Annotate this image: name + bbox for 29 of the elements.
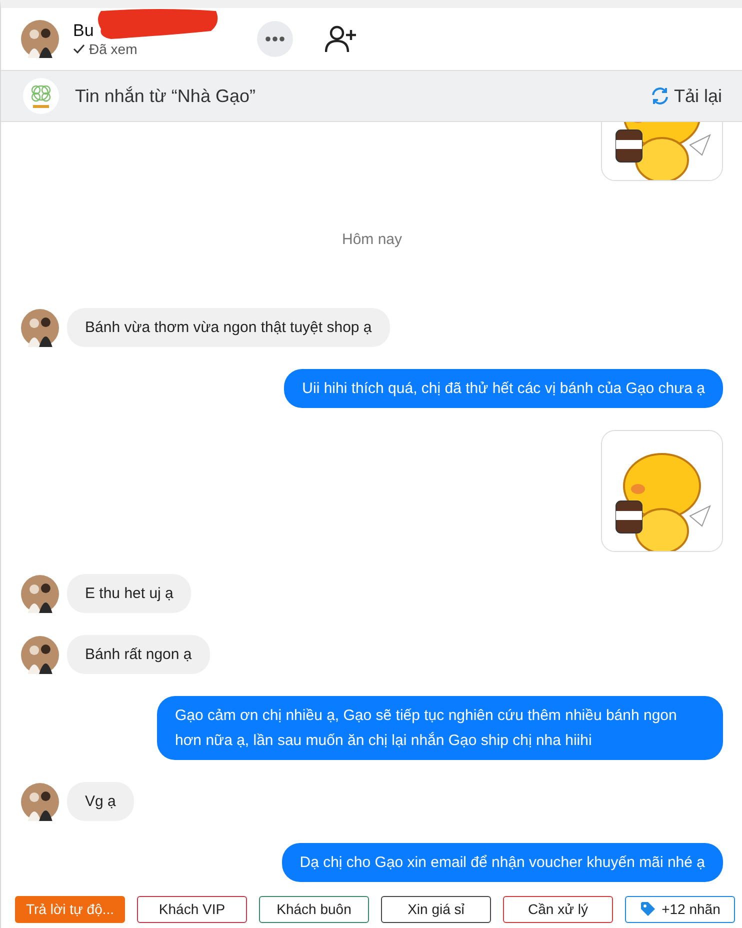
received-message: Bánh vừa thơm vừa ngon thật tuyệt shop ạ (67, 308, 390, 347)
more-button[interactable] (257, 21, 293, 57)
tag-chip[interactable]: Khách VIP (137, 896, 247, 922)
avatar (21, 782, 59, 820)
seen-status: Đã xem (73, 41, 223, 57)
reload-button[interactable]: Tải lại (650, 86, 722, 106)
contact-name: Bu (73, 21, 94, 41)
sent-message: Gạo cảm ơn chị nhiều ạ, Gạo sẽ tiếp tục nghiên cứu thêm nhiều bánh ngon hơn nữa ạ, lần sau muốn ăn chị lại nhắn Gạo ship chị nha hiihi (157, 696, 723, 760)
banner-text: Tin nhắn từ “Nhà Gạo” (75, 86, 256, 106)
tag-icon (640, 901, 656, 917)
add-friend-button[interactable] (325, 25, 357, 53)
date-divider: Hôm nay (342, 231, 402, 248)
received-message: Vg ạ (67, 782, 134, 821)
check-icon (73, 44, 85, 54)
avatar (21, 636, 59, 674)
tag-chip[interactable]: Xin giá sỉ (381, 896, 491, 922)
more-tags-button[interactable]: +12 nhãn (625, 896, 735, 922)
received-message: Bánh rất ngon ạ (67, 635, 210, 674)
more-icon (265, 36, 285, 42)
received-message: E thu het uj ạ (67, 574, 192, 613)
avatar (21, 20, 59, 58)
tag-chip[interactable]: Cần xử lý (503, 896, 613, 922)
refresh-icon (650, 86, 670, 106)
sent-message: Dạ chị cho Gạo xin email để nhận voucher khuyến mãi nhé ạ (282, 843, 723, 882)
sent-message: Uii hihi thích quá, chị đã thử hết các vị bánh của Gạo chưa ạ (284, 369, 723, 408)
avatar (21, 308, 59, 346)
shop-logo (23, 78, 59, 114)
avatar (21, 574, 59, 612)
tag-chip[interactable]: Khách buôn (259, 896, 369, 922)
